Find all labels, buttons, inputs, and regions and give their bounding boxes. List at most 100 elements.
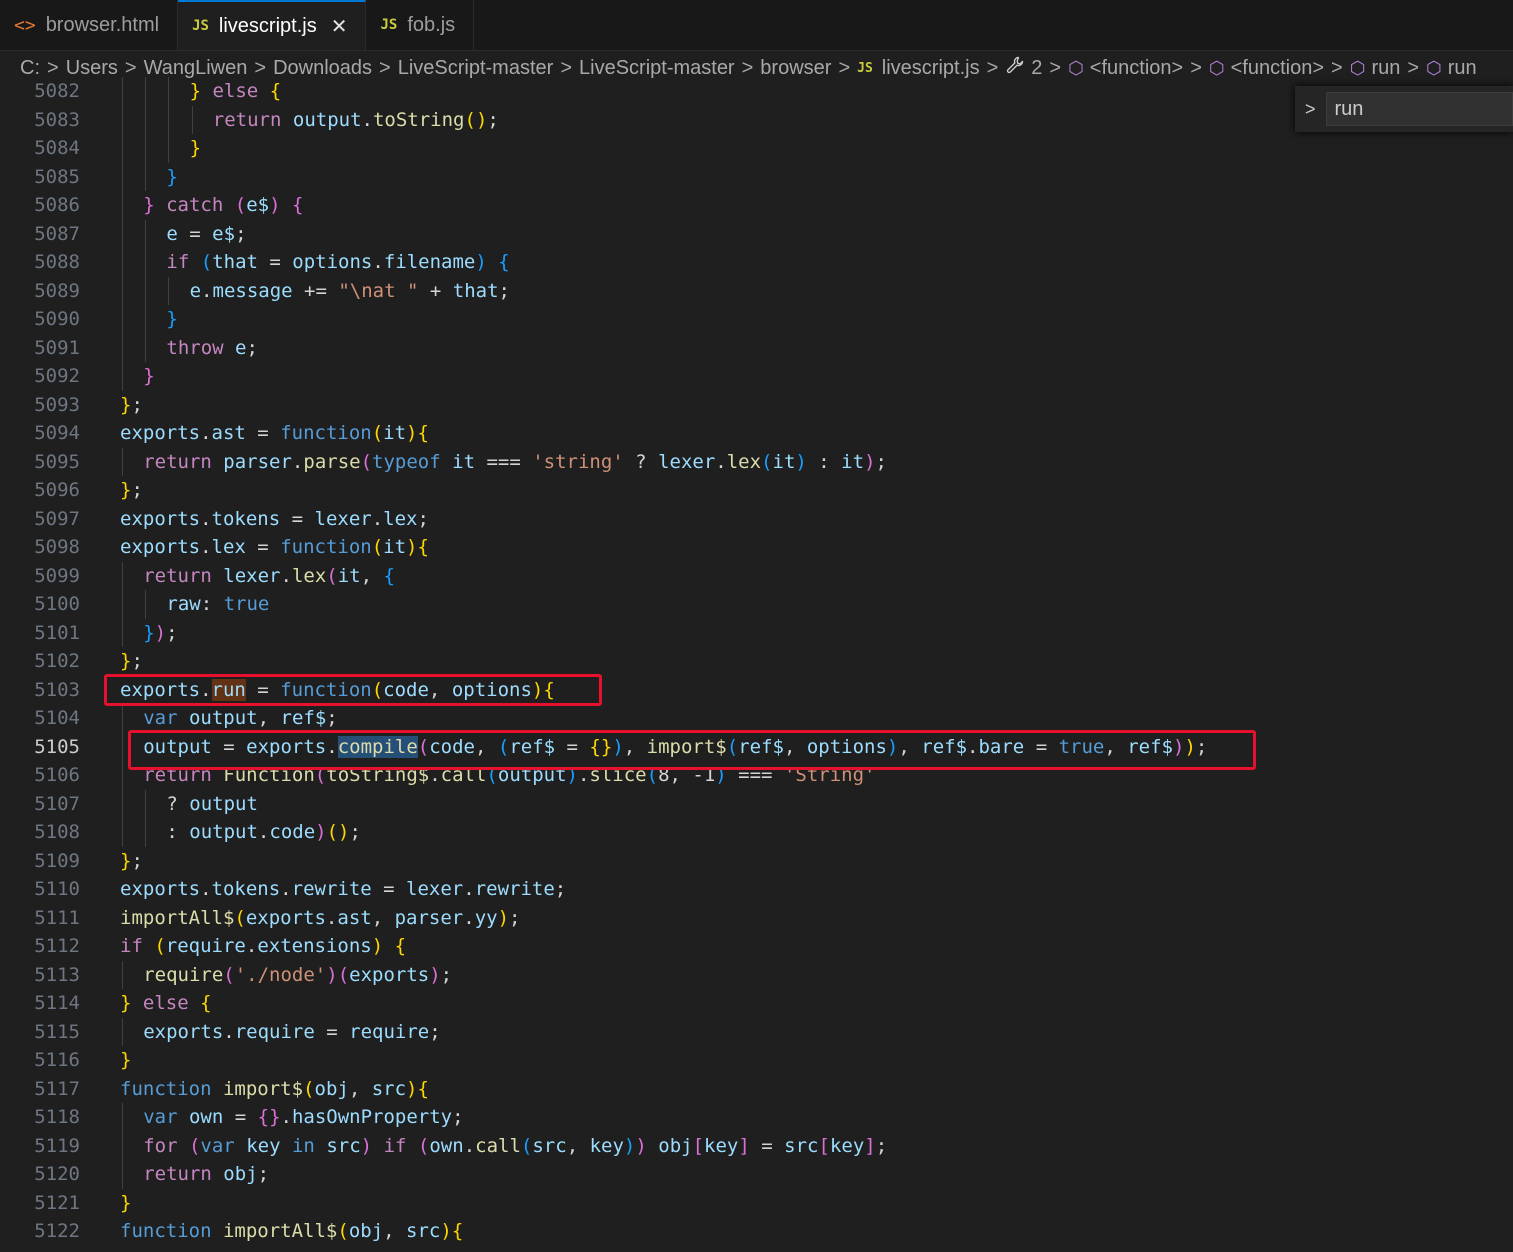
code-token: ?	[623, 450, 659, 473]
code-line[interactable]: 5112 if (require.extensions) {	[0, 932, 1513, 961]
code-token: .	[372, 251, 384, 273]
code-line[interactable]: 5114} else {	[0, 989, 1513, 1018]
code-line[interactable]: 5091 throw e;	[0, 334, 1513, 363]
code-text: return parser.parse(typeof it === 'strin…	[143, 448, 887, 477]
annotation-box-exports-run	[104, 674, 602, 706]
code-line[interactable]: 5120 return obj;	[0, 1160, 1513, 1189]
code-line[interactable]: 5109};	[0, 847, 1513, 876]
code-text: throw e;	[166, 334, 258, 363]
find-input[interactable]: run	[1325, 92, 1513, 126]
find-widget: > run	[1295, 86, 1513, 132]
code-line[interactable]: 5100 raw: true	[0, 590, 1513, 619]
indent-guide	[145, 219, 147, 248]
code-token: return	[143, 1163, 212, 1185]
indent-guide	[122, 77, 123, 106]
code-line[interactable]: 5122 function importAll$(obj, src){	[0, 1217, 1513, 1246]
code-text: }	[166, 163, 177, 192]
line-number: 5091	[34, 336, 80, 359]
code-token: ?	[166, 792, 190, 815]
tab-fob-js[interactable]: JS fob.js	[366, 0, 475, 50]
code-token: code	[269, 821, 316, 843]
code-token: }	[120, 479, 132, 501]
code-token: exports	[120, 878, 201, 900]
code-line[interactable]: 5119 for (var key in src) if (own.call(sr…	[0, 1132, 1513, 1161]
code-editor[interactable]: 5082} else {5083 return output.toString()…	[0, 77, 1513, 1252]
code-token: 'string'	[532, 450, 624, 473]
code-token: ,	[257, 707, 281, 729]
code-text: require('./node')(exports);	[143, 961, 452, 990]
code-line[interactable]: 5104 var output, ref$;	[0, 704, 1513, 733]
code-line[interactable]: 5107? output	[0, 790, 1513, 819]
code-line[interactable]: 5115 exports.require = require;	[0, 1018, 1513, 1047]
code-token: )	[623, 1134, 636, 1157]
indent-guide	[122, 590, 123, 619]
code-token: )	[635, 1134, 647, 1157]
code-token: obj	[658, 1134, 693, 1157]
line-number: 5098	[34, 536, 80, 558]
code-line[interactable]: 5099 return lexer.lex(it, {	[0, 562, 1513, 591]
code-token: ;	[257, 1163, 270, 1185]
close-icon[interactable]: ✕	[331, 14, 348, 39]
tab-livescript-js[interactable]: JS livescript.js ✕	[178, 0, 367, 50]
code-line[interactable]: 5084}	[0, 134, 1513, 163]
code-token: else	[142, 992, 189, 1014]
code-token: )	[406, 536, 418, 558]
code-line[interactable]: 5087 e = e$;	[0, 220, 1513, 249]
chevron-right-icon[interactable]: >	[1305, 99, 1316, 120]
code-token: var	[143, 707, 178, 729]
code-token: src	[784, 1134, 819, 1157]
indent-guide	[168, 134, 170, 163]
code-token: .	[280, 1106, 292, 1128]
code-token: lexer	[223, 564, 281, 587]
indent-guide	[122, 305, 123, 334]
code-token: key	[704, 1134, 739, 1157]
code-line[interactable]: 5085}	[0, 163, 1513, 192]
code-token: filename	[383, 251, 476, 273]
code-text: exports.tokens = lexer.lex;	[120, 505, 429, 534]
code-line[interactable]: 5111 importAll$(exports.ast, parser.yy);	[0, 904, 1513, 933]
indent-guide	[145, 818, 147, 847]
code-token: call	[475, 1134, 521, 1157]
line-number: 5107	[34, 792, 80, 815]
code-token: typeof	[372, 450, 441, 473]
code-line[interactable]: 5082} else {	[0, 77, 1513, 106]
line-number: 5106	[34, 764, 80, 786]
code-line[interactable]: 5118 var own = {}.hasOwnProperty;	[0, 1103, 1513, 1132]
indent-guide	[122, 219, 123, 248]
code-line[interactable]: 5108: output.code)();	[0, 818, 1513, 847]
code-line[interactable]: 5086} catch (e$) {	[0, 191, 1513, 220]
code-line[interactable]: 5095 return parser.parse(typeof it === 's…	[0, 448, 1513, 477]
code-line[interactable]: 5121}	[0, 1189, 1513, 1218]
function-symbol-icon: ⬡	[1208, 57, 1225, 78]
line-number: 5100	[34, 593, 80, 615]
code-line[interactable]: 5101});	[0, 619, 1513, 648]
tab-browser-html[interactable]: <> browser.html	[0, 0, 179, 50]
code-line[interactable]: 5117 function import$(obj, src){	[0, 1075, 1513, 1104]
code-token: )	[795, 450, 807, 473]
line-number: 5084	[34, 137, 80, 159]
code-line[interactable]: 5089 e.message += "\nat " + that;	[0, 277, 1513, 306]
code-line[interactable]: 5090}	[0, 305, 1513, 334]
code-line[interactable]: 5083 return output.toString();	[0, 106, 1513, 135]
code-line[interactable]: 5093};	[0, 391, 1513, 420]
code-line[interactable]: 5094 exports.ast = function(it){	[0, 419, 1513, 448]
code-line[interactable]: 5113 require('./node')(exports);	[0, 961, 1513, 990]
code-line[interactable]: 5098 exports.lex = function(it){	[0, 533, 1513, 562]
code-line[interactable]: 5092}	[0, 362, 1513, 391]
code-line[interactable]: 5102};	[0, 647, 1513, 676]
code-token: }	[120, 1049, 132, 1071]
code-line[interactable]: 5096};	[0, 476, 1513, 505]
code-line[interactable]: 5110 exports.tokens.rewrite = lexer.rewri…	[0, 875, 1513, 904]
code-token: ;	[487, 108, 499, 131]
code-token: require	[349, 1020, 430, 1043]
code-line[interactable]: 5097 exports.tokens = lexer.lex;	[0, 505, 1513, 534]
code-line[interactable]: 5116}	[0, 1046, 1513, 1075]
code-token: }	[143, 194, 167, 216]
code-line[interactable]: 5088 if (that = options.filename) {	[0, 248, 1513, 277]
